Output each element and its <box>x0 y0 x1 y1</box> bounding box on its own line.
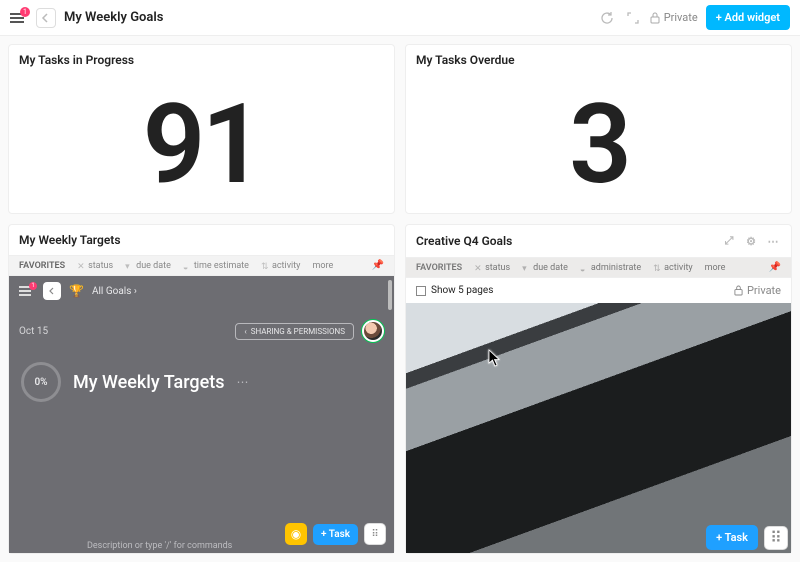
pin-icon[interactable]: 📌 <box>372 260 384 271</box>
column-due-date[interactable]: ▾due date <box>522 263 568 273</box>
widget-title: My Weekly Targets <box>19 233 121 247</box>
description-placeholder[interactable]: Description or type '/' for commands <box>87 541 232 551</box>
back-button[interactable] <box>36 8 56 28</box>
lock-icon <box>650 12 660 24</box>
tasks-in-progress-value: 91 <box>9 75 394 213</box>
column-status[interactable]: ✕status <box>474 263 510 273</box>
column-more[interactable]: more <box>705 263 726 273</box>
privacy-label: Private <box>664 11 698 24</box>
top-bar: 1 My Weekly Goals Private + Add widget <box>0 0 800 36</box>
sharing-permissions-button[interactable]: ‹ SHARING & PERMISSIONS <box>235 323 354 340</box>
progress-ring: 0% <box>21 362 61 402</box>
favorites-bar: FAVORITES ✕status ▾due date ◒administrat… <box>406 257 791 278</box>
privacy-toggle[interactable]: Private <box>650 11 698 24</box>
add-task-button[interactable]: + Task <box>313 524 358 545</box>
record-button[interactable]: ◉ <box>285 523 307 545</box>
goal-title: My Weekly Targets <box>73 372 225 393</box>
widget-privacy[interactable]: Private <box>734 284 781 297</box>
widget-title: My Tasks in Progress <box>9 45 394 75</box>
favorites-bar: FAVORITES ✕status ▾due date ◒time estima… <box>9 255 394 276</box>
settings-gear-icon[interactable]: ⚙ <box>743 233 759 249</box>
widget-tasks-in-progress: My Tasks in Progress 91 <box>8 44 395 214</box>
column-time-estimate[interactable]: ◒time estimate <box>183 261 249 271</box>
pin-icon[interactable]: 📌 <box>769 262 781 273</box>
column-activity[interactable]: ⇅activity <box>653 263 693 273</box>
all-goals-breadcrumb[interactable]: All Goals › <box>92 286 137 297</box>
add-widget-button[interactable]: + Add widget <box>706 5 790 30</box>
favorites-label: FAVORITES <box>416 263 462 273</box>
page-title: My Weekly Goals <box>64 10 163 25</box>
trophy-icon: 🏆 <box>69 284 84 298</box>
goal-date: Oct 15 <box>19 326 48 337</box>
creative-hero-image <box>406 303 791 553</box>
widget-title: Creative Q4 Goals <box>416 234 512 248</box>
column-activity[interactable]: ⇅activity <box>261 261 301 271</box>
widget-tasks-overdue: My Tasks Overdue 3 <box>405 44 792 214</box>
favorites-label: FAVORITES <box>19 261 65 271</box>
embed-menu-icon[interactable]: 1 <box>19 285 35 297</box>
widget-title: My Tasks Overdue <box>406 45 791 75</box>
refresh-icon[interactable] <box>598 9 616 27</box>
widget-weekly-targets: My Weekly Targets FAVORITES ✕status ▾due… <box>8 224 395 554</box>
goals-embed: 1 🏆 All Goals › Oct 15 ‹ SHARING & PERMI… <box>9 276 394 553</box>
hamburger-menu-icon[interactable]: 1 <box>10 11 28 25</box>
mouse-cursor-icon <box>488 349 502 367</box>
fab-apps-icon[interactable]: ⠿ <box>764 526 788 550</box>
lock-icon <box>734 285 743 296</box>
expand-icon[interactable] <box>624 9 642 27</box>
goal-more-icon[interactable]: ⋯ <box>237 375 249 389</box>
menu-notification-badge: 1 <box>20 7 30 17</box>
column-more[interactable]: more <box>312 261 333 271</box>
expand-widget-icon[interactable]: ⤢ <box>721 233 737 249</box>
dashboard-grid: My Tasks in Progress 91 My Tasks Overdue… <box>0 36 800 562</box>
apps-grid-icon[interactable]: ⠿ <box>364 523 386 545</box>
floating-action-bar: + Task ⠿ <box>706 525 788 550</box>
column-status[interactable]: ✕status <box>77 261 113 271</box>
pages-icon <box>416 286 426 296</box>
show-pages-toggle[interactable]: Show 5 pages <box>416 285 493 296</box>
tasks-overdue-value: 3 <box>406 75 791 213</box>
widget-more-icon[interactable]: ⋯ <box>765 233 781 249</box>
widget-creative-q4-goals: Creative Q4 Goals ⤢ ⚙ ⋯ FAVORITES ✕statu… <box>405 224 792 554</box>
user-avatar[interactable] <box>362 320 384 342</box>
scrollbar-thumb[interactable] <box>388 280 392 310</box>
embed-back-button[interactable] <box>43 282 61 300</box>
column-administrate[interactable]: ◒administrate <box>580 263 641 273</box>
column-due-date[interactable]: ▾due date <box>125 261 171 271</box>
fab-add-task-button[interactable]: + Task <box>706 525 758 550</box>
